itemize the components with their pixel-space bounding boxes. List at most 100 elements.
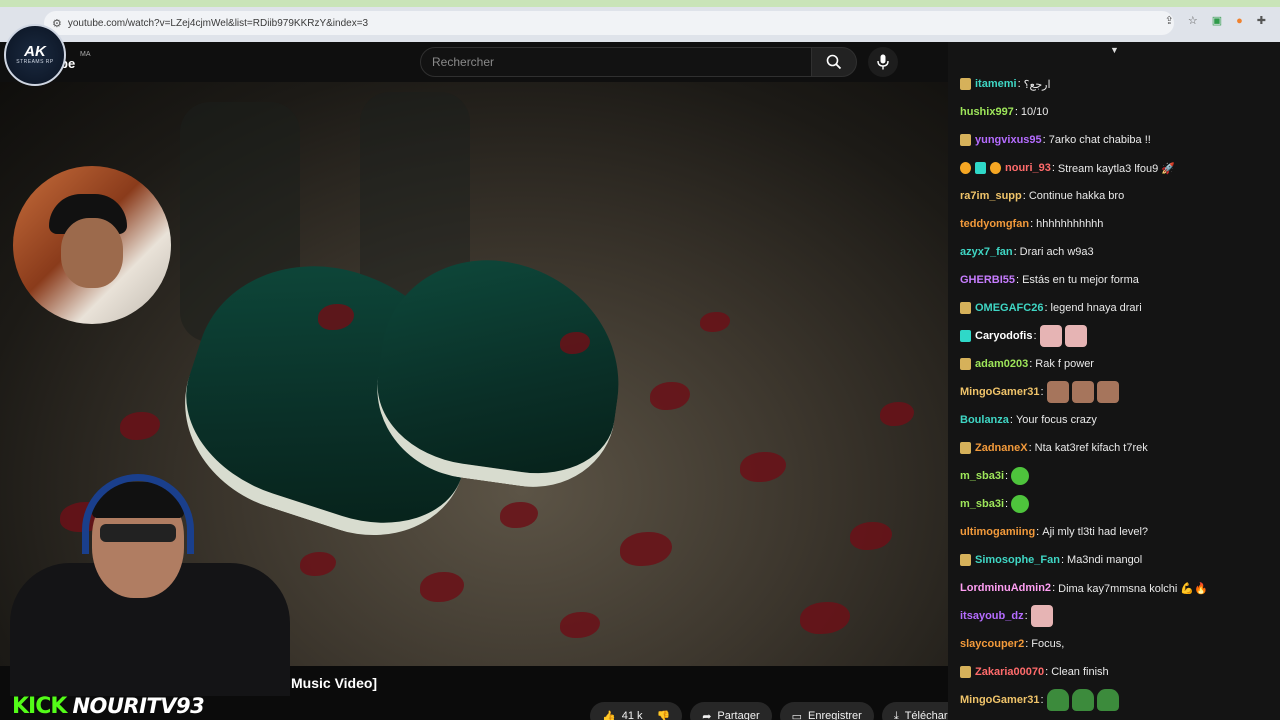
tab-strip: [0, 0, 1280, 7]
save-button[interactable]: ▭ Enregistrer: [779, 702, 874, 720]
video-scene-petal: [740, 452, 786, 482]
cast-icon[interactable]: ⇪: [1165, 14, 1174, 27]
site-settings-icon[interactable]: ⚙: [52, 17, 62, 30]
chat-separator: :: [1009, 414, 1013, 426]
chat-text: legend hnaya drari: [1050, 302, 1142, 314]
chat-emote-icon: [1046, 689, 1069, 711]
search-input[interactable]: Rechercher: [420, 47, 812, 77]
stream-channel-logo: AK STREAMS RP: [4, 24, 66, 86]
chat-username[interactable]: slaycouper2: [960, 638, 1024, 650]
chat-username[interactable]: Caryodofis: [975, 330, 1032, 342]
chat-separator: :: [1029, 358, 1033, 370]
chat-separator: :: [1024, 610, 1028, 622]
chat-username[interactable]: ra7im_supp: [960, 190, 1022, 202]
chat-message: ra7im_supp: Continue hakka bro: [960, 182, 1280, 210]
chat-text: 7arko chat chabiba !!: [1048, 134, 1151, 146]
video-scene-petal: [620, 532, 672, 566]
chat-message: GHERBI55: Estás en tu mejor forma: [960, 266, 1280, 294]
chat-username[interactable]: itamemi: [975, 78, 1017, 90]
chat-message: OMEGAFC26: legend hnaya drari: [960, 294, 1280, 322]
chat-separator: :: [1033, 330, 1037, 342]
chat-message: m_sba3i:: [960, 462, 1280, 490]
chat-emote-icon: [1096, 381, 1119, 403]
extension-green-icon[interactable]: ▣: [1212, 14, 1222, 27]
logo-main-text: AK: [24, 43, 46, 60]
streamer-webcam: [0, 468, 300, 696]
like-button[interactable]: 👍 41 k 👎: [590, 702, 683, 720]
chat-text: Your focus crazy: [1015, 414, 1097, 426]
video-scene-petal: [120, 412, 160, 440]
chat-username[interactable]: yungvixus95: [975, 134, 1042, 146]
chat-separator: :: [1052, 582, 1056, 594]
chat-username[interactable]: itsayoub_dz: [960, 610, 1024, 622]
chat-message: m_sba3i:: [960, 490, 1280, 518]
chat-separator: :: [1036, 526, 1040, 538]
chat-separator: :: [1044, 302, 1048, 314]
chat-scroll-caret-icon[interactable]: ▼: [1110, 45, 1119, 55]
chat-message: teddyomgfan: hhhhhhhhhhh: [960, 210, 1280, 238]
chat-text: Aji mly tl3ti had level?: [1042, 526, 1149, 538]
chat-username[interactable]: azyx7_fan: [960, 246, 1013, 258]
chat-message: ultimogamiing: Aji mly tl3ti had level?: [960, 518, 1280, 546]
address-bar[interactable]: ⚙ youtube.com/watch?v=LZej4cjmWel&list=R…: [44, 11, 1174, 35]
kick-logo: KICK: [12, 693, 67, 719]
chat-separator: :: [1040, 386, 1044, 398]
chat-text: Continue hakka bro: [1028, 190, 1125, 202]
chat-username[interactable]: Simosophe_Fan: [975, 554, 1060, 566]
kick-banner: KICK NOURITV93: [0, 692, 300, 720]
chat-username[interactable]: m_sba3i: [960, 470, 1004, 482]
chat-message: ZadnaneX: Nta kat3ref kifach t7rek: [960, 434, 1280, 462]
chat-separator: :: [1040, 694, 1044, 706]
chat-username[interactable]: teddyomgfan: [960, 218, 1029, 230]
chat-text: Rak f power: [1035, 358, 1094, 370]
chat-text: ارجع؟: [1023, 78, 1051, 91]
search-placeholder: Rechercher: [432, 55, 495, 69]
chat-emote-icon: [1011, 467, 1030, 485]
chat-text: Stream kaytla3 lfou9 🚀: [1057, 162, 1175, 175]
chat-username[interactable]: LordminuAdmin2: [960, 582, 1051, 594]
stream-chat[interactable]: ▼ itamemi: ارجع؟ hushix997:10/10 yungvixus9…: [948, 42, 1280, 720]
thumbs-down-icon[interactable]: 👎: [657, 710, 671, 720]
chat-username[interactable]: hushix997: [960, 106, 1014, 118]
user-badge-icon: [990, 162, 1001, 174]
video-scene-petal: [700, 312, 730, 332]
chat-username[interactable]: nouri_93: [1005, 162, 1051, 174]
region-code: MA: [80, 51, 91, 58]
video-scene-petal: [560, 612, 600, 638]
user-badge-icon: [960, 358, 971, 370]
extensions-area: ⇪ ☆ ▣ ● ✚: [1165, 14, 1266, 28]
chat-username[interactable]: m_sba3i: [960, 498, 1004, 510]
chat-separator: :: [1022, 190, 1026, 202]
share-button[interactable]: ➦ Partager: [690, 702, 772, 720]
chat-username[interactable]: MingoGamer31: [960, 694, 1039, 706]
bookmark-star-icon[interactable]: ☆: [1188, 14, 1198, 27]
chat-username[interactable]: Boulanza: [960, 414, 1009, 426]
video-scene-petal: [850, 522, 892, 550]
chat-username[interactable]: MingoGamer31: [960, 386, 1039, 398]
chat-text: Estás en tu mejor forma: [1022, 274, 1139, 286]
chat-username[interactable]: OMEGAFC26: [975, 302, 1043, 314]
chat-username[interactable]: ZadnaneX: [975, 442, 1028, 454]
user-badge-icon: [960, 666, 971, 678]
extension-orange-icon[interactable]: ●: [1236, 14, 1243, 27]
user-badge-icon: [960, 442, 971, 454]
webcam-headset: [82, 474, 194, 554]
chat-message: itamemi: ارجع؟: [960, 70, 1280, 98]
chat-emote-icon: [1011, 495, 1030, 513]
youtube-header: be MA Rechercher: [0, 42, 948, 82]
chat-separator: :: [1060, 554, 1065, 566]
chat-text: Clean finish: [1051, 666, 1109, 678]
chat-text: Drari ach w9a3: [1019, 246, 1094, 258]
chat-username[interactable]: ultimogamiing: [960, 526, 1035, 538]
search-button[interactable]: [811, 47, 857, 77]
save-label: Enregistrer: [808, 710, 862, 720]
browser-toolbar: ⚙ youtube.com/watch?v=LZej4cjmWel&list=R…: [0, 0, 1280, 42]
chat-username[interactable]: GHERBI55: [960, 274, 1015, 286]
chat-message: Simosophe_Fan: Ma3ndi mangol: [960, 546, 1280, 574]
chat-message-list: itamemi: ارجع؟ hushix997:10/10 yungvixus95:…: [960, 70, 1280, 714]
extensions-puzzle-icon[interactable]: ✚: [1257, 14, 1266, 27]
chat-username[interactable]: Zakaria00070: [975, 666, 1044, 678]
video-scene-petal: [420, 572, 464, 602]
chat-username[interactable]: adam0203: [975, 358, 1028, 370]
voice-search-button[interactable]: [868, 47, 898, 77]
